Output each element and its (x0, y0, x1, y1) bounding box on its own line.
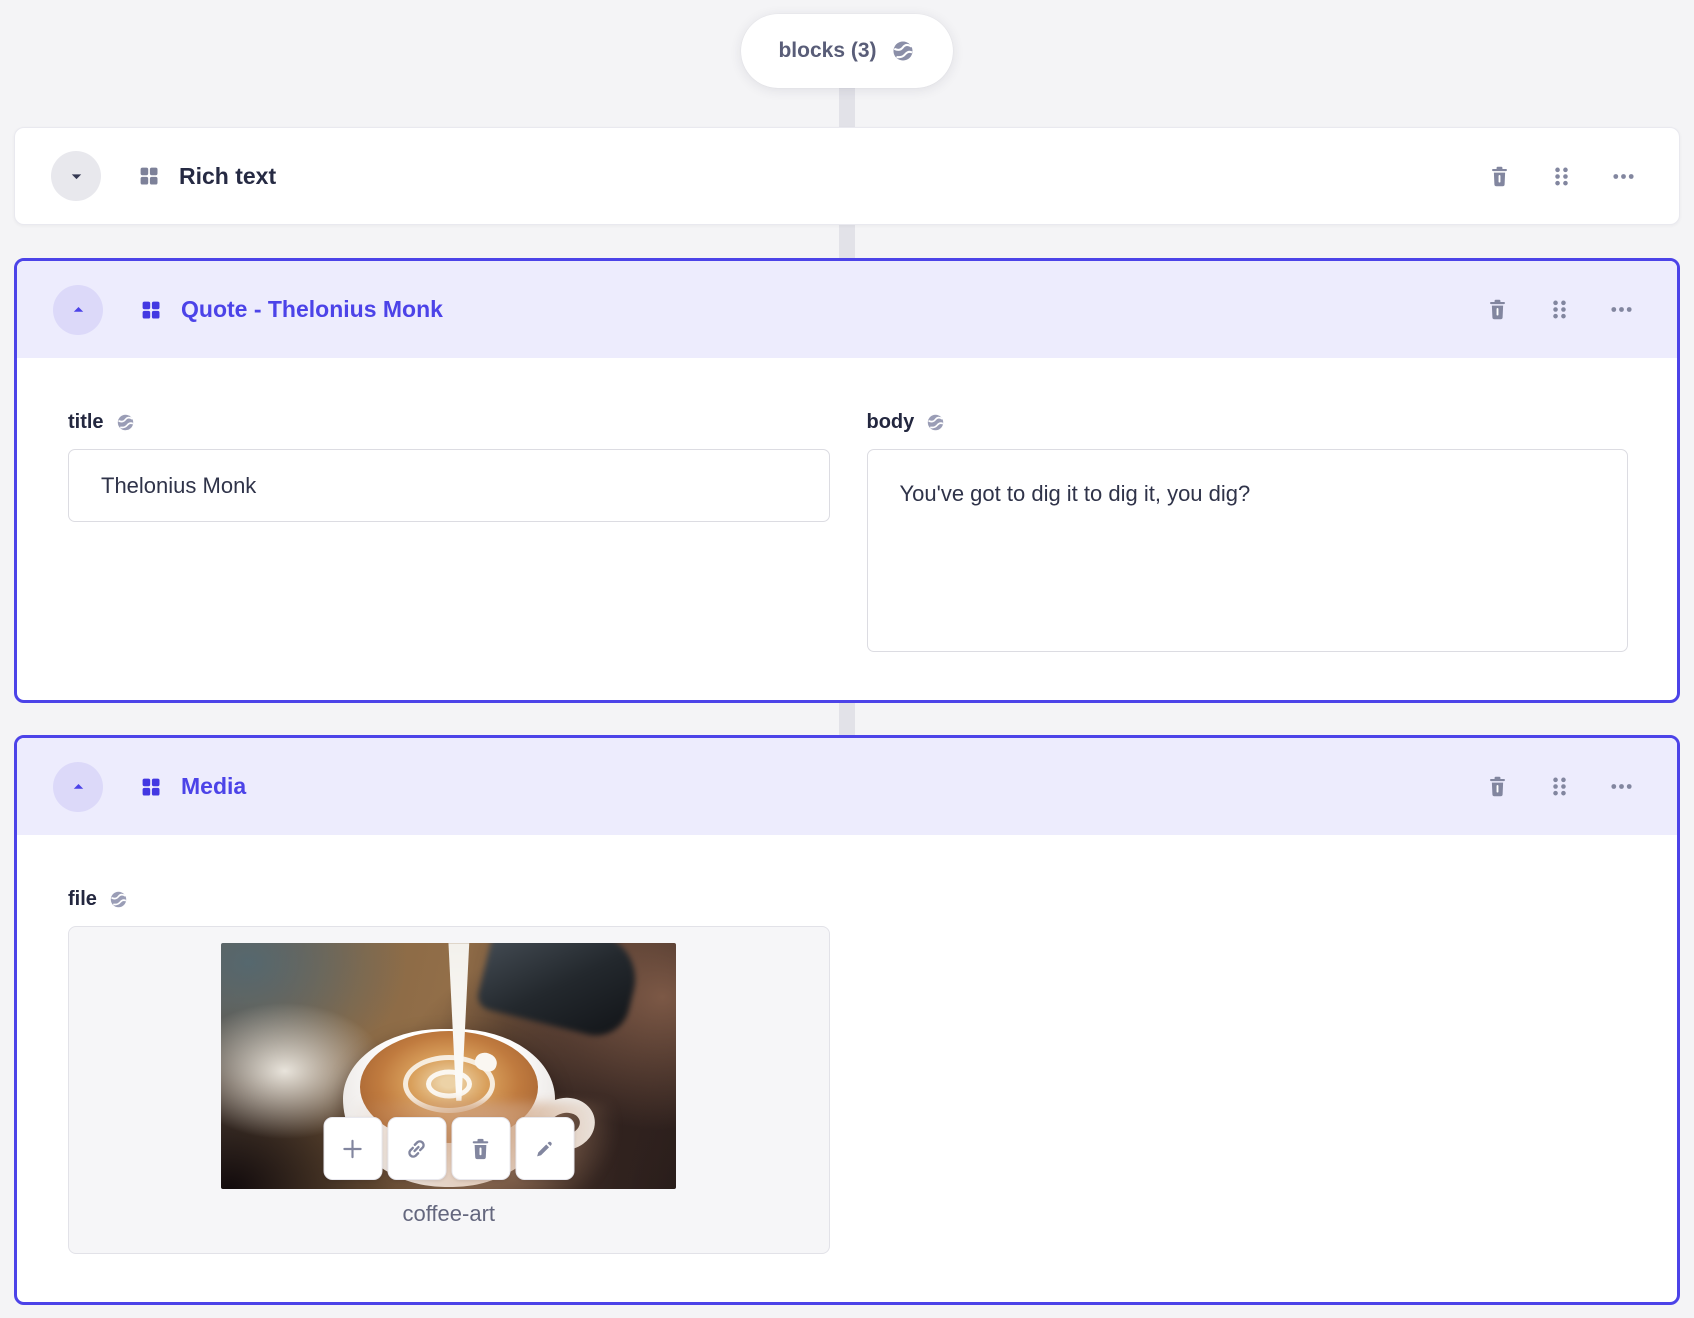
chevron-up-icon (68, 299, 89, 320)
ellipsis-menu-icon (1609, 297, 1634, 322)
expand-toggle-button[interactable] (51, 151, 101, 201)
trash-icon (1485, 774, 1510, 799)
drag-handle-icon (1549, 164, 1574, 189)
field-label: file (68, 888, 97, 910)
block-content: file coffee-art (17, 835, 1677, 1254)
globe-icon (115, 412, 136, 433)
asset-filename: coffee-art (402, 1201, 496, 1226)
blocks-array-editor: blocks (3) Rich text Quote - Thelonius M… (0, 0, 1694, 1318)
chevron-up-icon (68, 776, 89, 797)
block-title: Rich text (179, 162, 277, 189)
blocks-grid-icon (139, 298, 163, 322)
block-header: Quote - Thelonius Monk (17, 261, 1677, 358)
trash-icon (1487, 164, 1512, 189)
block-media: Media file coffee-art (14, 735, 1680, 1305)
ellipsis-menu-icon (1611, 164, 1636, 189)
trash-icon (1485, 297, 1510, 322)
delete-block-button[interactable] (1485, 297, 1510, 322)
field-label-row: title (68, 410, 830, 434)
field-label-row: file (68, 887, 830, 911)
plus-icon (340, 1136, 366, 1162)
asset-thumbnail[interactable] (221, 943, 677, 1189)
edit-asset-button[interactable] (515, 1117, 575, 1180)
asset-action-bar (323, 1117, 575, 1180)
ellipsis-menu-icon (1609, 774, 1634, 799)
drag-handle[interactable] (1549, 164, 1574, 189)
photo-layer (475, 943, 646, 1043)
block-menu-button[interactable] (1609, 774, 1634, 799)
link-asset-button[interactable] (387, 1117, 447, 1180)
delete-block-button[interactable] (1487, 164, 1512, 189)
add-asset-button[interactable] (323, 1117, 383, 1180)
drag-handle[interactable] (1547, 297, 1572, 322)
field-grid: file coffee-art (68, 887, 1628, 1254)
field-grid: title body You've got to dig it to dig i… (68, 410, 1628, 652)
delete-block-button[interactable] (1485, 774, 1510, 799)
collapse-toggle-button[interactable] (53, 284, 103, 335)
blocks-field-label: blocks (3) (778, 39, 877, 62)
block-quote: Quote - Thelonius Monk title Thelonius M… (14, 258, 1680, 703)
trash-icon (468, 1136, 494, 1162)
drag-handle[interactable] (1547, 774, 1572, 799)
field-label: body (866, 411, 915, 433)
block-title: Quote - Thelonius Monk (181, 296, 443, 322)
body-textarea[interactable]: You've got to dig it to dig it, you dig? (866, 449, 1628, 652)
block-content: title body You've got to dig it to dig i… (17, 358, 1677, 652)
pill-row: blocks (3) (0, 0, 1694, 88)
file-upload-box: coffee-art (68, 926, 830, 1254)
field-body: body You've got to dig it to dig it, you… (866, 410, 1629, 652)
empty-field-slot (867, 887, 1629, 1254)
chevron-down-icon (66, 166, 87, 187)
title-input[interactable] (68, 449, 830, 522)
block-actions (1485, 774, 1634, 799)
field-title: title (68, 410, 830, 652)
field-label-row: body (867, 410, 1629, 434)
globe-icon (925, 412, 946, 433)
blocks-field-pill: blocks (3) (741, 14, 953, 88)
collapse-toggle-button[interactable] (53, 761, 103, 812)
field-label: title (68, 411, 104, 433)
link-icon (404, 1136, 430, 1162)
block-rich-text: Rich text (14, 127, 1680, 225)
block-title: Media (181, 773, 247, 799)
drag-handle-icon (1547, 297, 1572, 322)
blocks-grid-icon (139, 775, 163, 799)
globe-icon (108, 889, 129, 910)
drag-handle-icon (1547, 774, 1572, 799)
field-file: file coffee-art (68, 887, 830, 1254)
globe-icon (890, 38, 916, 64)
block-header: Media (17, 738, 1677, 835)
remove-asset-button[interactable] (451, 1117, 511, 1180)
block-menu-button[interactable] (1609, 297, 1634, 322)
block-actions (1487, 164, 1636, 189)
block-header: Rich text (15, 128, 1679, 224)
block-menu-button[interactable] (1611, 164, 1636, 189)
photo-layer (425, 1069, 472, 1099)
block-actions (1485, 297, 1634, 322)
blocks-grid-icon (137, 164, 161, 188)
pencil-icon (532, 1136, 558, 1162)
